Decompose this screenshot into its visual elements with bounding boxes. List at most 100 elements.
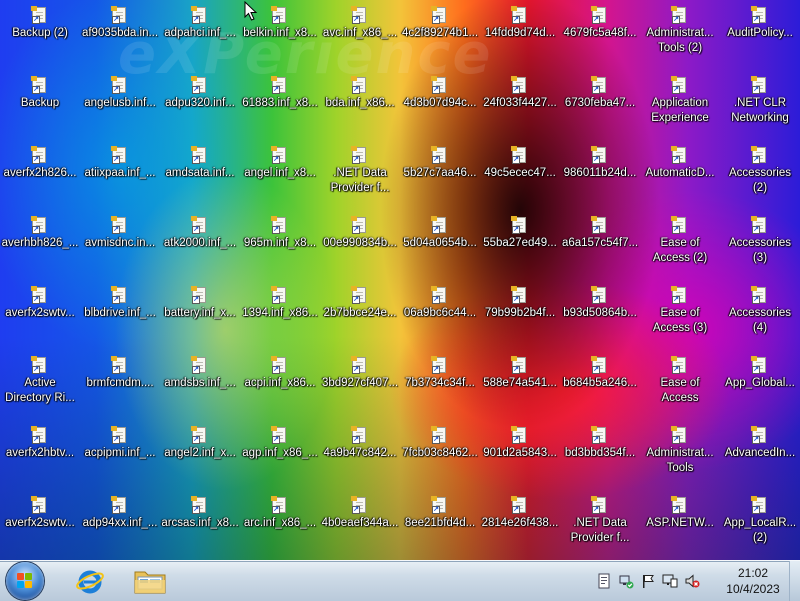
desktop-shortcut[interactable]: ↗ .NET CLR Networking <box>720 70 800 140</box>
desktop-shortcut[interactable]: ↗ ASP.NETW... <box>640 490 720 560</box>
desktop-shortcut[interactable]: ↗ adp94xx.inf_... <box>80 490 160 560</box>
desktop-shortcut[interactable]: ↗ bda.inf_x86... <box>320 70 400 140</box>
flag-icon[interactable] <box>640 573 656 589</box>
desktop-shortcut[interactable]: ↗ 588e74a541... <box>480 350 560 420</box>
desktop-shortcut[interactable]: ↗ angel.inf_x8... <box>240 140 320 210</box>
desktop-shortcut[interactable]: ↗ 2b7bbce24e... <box>320 280 400 350</box>
desktop-shortcut[interactable]: ↗ blbdrive.inf_... <box>80 280 160 350</box>
desktop-shortcut[interactable]: ↗ AuditPolicy... <box>720 0 800 70</box>
desktop-shortcut[interactable]: ↗ averfx2hbtv... <box>0 420 80 490</box>
desktop-shortcut[interactable]: ↗ AutomaticD... <box>640 140 720 210</box>
display-icon[interactable] <box>662 573 678 589</box>
desktop-shortcut[interactable]: ↗ adpu320.inf... <box>160 70 240 140</box>
action-center-icon[interactable] <box>596 573 612 589</box>
desktop-shortcut[interactable]: ↗ Administrat... Tools <box>640 420 720 490</box>
shortcut-label: .NET CLR Networking <box>731 97 789 124</box>
desktop-shortcut[interactable]: ↗ agp.inf_x86_... <box>240 420 320 490</box>
desktop-shortcut[interactable]: ↗ 49c5ecec47... <box>480 140 560 210</box>
desktop-shortcut[interactable]: ↗ Accessories (3) <box>720 210 800 280</box>
internet-explorer-icon <box>76 570 104 594</box>
desktop-shortcut[interactable]: ↗ .NET Data Provider f... <box>320 140 400 210</box>
desktop-shortcut[interactable]: ↗ amdsbs.inf_... <box>160 350 240 420</box>
desktop-shortcut[interactable]: ↗ amdsata.inf... <box>160 140 240 210</box>
desktop-shortcut[interactable]: ↗ 986011b24d... <box>560 140 640 210</box>
desktop-shortcut[interactable]: ↗ brmfcmdm.... <box>80 350 160 420</box>
desktop-shortcut[interactable]: ↗ atiixpaa.inf_... <box>80 140 160 210</box>
desktop-shortcut[interactable]: ↗ 4d3b07d94c... <box>400 70 480 140</box>
desktop-shortcut[interactable]: ↗ 2814e26f438... <box>480 490 560 560</box>
desktop-shortcut[interactable]: ↗ Ease of Access (3) <box>640 280 720 350</box>
desktop-shortcut[interactable]: ↗ 06a9bc6c44... <box>400 280 480 350</box>
desktop-shortcut[interactable]: ↗ atk2000.inf_... <box>160 210 240 280</box>
shortcut-label: 24f033f4427... <box>483 97 557 109</box>
desktop-shortcut[interactable]: ↗ 7fcb03c8462... <box>400 420 480 490</box>
desktop-shortcut[interactable]: ↗ angelusb.inf... <box>80 70 160 140</box>
desktop-shortcut[interactable]: ↗ averfx2h826... <box>0 140 80 210</box>
desktop-shortcut[interactable]: ↗ 24f033f4427... <box>480 70 560 140</box>
desktop-shortcut[interactable]: ↗ 901d2a5843... <box>480 420 560 490</box>
shortcut-file-icon: ↗ <box>671 216 688 234</box>
desktop-shortcut[interactable]: ↗ Backup (2) <box>0 0 80 70</box>
desktop-shortcut[interactable]: ↗ AdvancedIn... <box>720 420 800 490</box>
desktop-shortcut[interactable]: ↗ 79b99b2b4f... <box>480 280 560 350</box>
desktop-shortcut[interactable]: ↗ Accessories (4) <box>720 280 800 350</box>
start-button[interactable] <box>6 562 44 600</box>
desktop-shortcut[interactable]: ↗ 965m.inf_x8... <box>240 210 320 280</box>
show-desktop-button[interactable] <box>789 561 800 601</box>
shortcut-file-icon: ↗ <box>191 76 208 94</box>
desktop-shortcut[interactable]: ↗ acpipmi.inf_... <box>80 420 160 490</box>
desktop-shortcut[interactable]: ↗ Ease of Access (2) <box>640 210 720 280</box>
desktop-shortcut[interactable]: ↗ avc.inf_x86_... <box>320 0 400 70</box>
desktop-shortcut[interactable]: ↗ App_LocalR... (2) <box>720 490 800 560</box>
desktop-shortcut[interactable]: ↗ 8ee21bfd4d... <box>400 490 480 560</box>
desktop-shortcut[interactable]: ↗ Backup <box>0 70 80 140</box>
desktop-shortcut[interactable]: ↗ 5d04a0654b... <box>400 210 480 280</box>
desktop-shortcut[interactable]: ↗ avmisdnc.in... <box>80 210 160 280</box>
desktop-shortcut[interactable]: ↗ App_Global... <box>720 350 800 420</box>
desktop-shortcut[interactable]: ↗ 4a9b47c842... <box>320 420 400 490</box>
desktop-shortcut[interactable]: ↗ 4c2f89274b1... <box>400 0 480 70</box>
desktop-shortcut[interactable]: ↗ 6730feba47... <box>560 70 640 140</box>
desktop-shortcut[interactable]: ↗ 3bd927cf407... <box>320 350 400 420</box>
desktop-shortcut[interactable]: ↗ averfx2swtv... <box>0 280 80 350</box>
desktop-shortcut[interactable]: ↗ angel2.inf_x... <box>160 420 240 490</box>
desktop-shortcut[interactable]: ↗ Ease of Access <box>640 350 720 420</box>
desktop-shortcut[interactable]: ↗ 5b27c7aa46... <box>400 140 480 210</box>
shortcut-file-icon: ↗ <box>671 426 688 444</box>
desktop-shortcut[interactable]: ↗ 55ba27ed49... <box>480 210 560 280</box>
desktop-shortcut[interactable]: ↗ acpi.inf_x86... <box>240 350 320 420</box>
network-icon[interactable] <box>618 573 634 589</box>
desktop-shortcut[interactable]: ↗ 4679fc5a48f... <box>560 0 640 70</box>
shortcut-label: averfx2swtv... <box>5 307 75 319</box>
desktop-shortcut[interactable]: ↗ Application Experience <box>640 70 720 140</box>
desktop-shortcut[interactable]: ↗ 4b0eaef344a... <box>320 490 400 560</box>
desktop-shortcut[interactable]: ↗ averhbh826_... <box>0 210 80 280</box>
desktop-shortcut[interactable]: ↗ battery.inf_x... <box>160 280 240 350</box>
desktop-shortcut[interactable]: ↗ Administrat... Tools (2) <box>640 0 720 70</box>
shortcut-label: 61883.inf_x8... <box>242 97 318 109</box>
desktop-shortcut[interactable]: ↗ 1394.inf_x86... <box>240 280 320 350</box>
desktop-shortcut[interactable]: ↗ arc.inf_x86_... <box>240 490 320 560</box>
shortcut-file-icon: ↗ <box>751 6 768 24</box>
desktop-shortcut[interactable]: ↗ b684b5a246... <box>560 350 640 420</box>
desktop-shortcut[interactable]: ↗ .NET Data Provider f... <box>560 490 640 560</box>
desktop-shortcut[interactable]: ↗ 7b3734c34f... <box>400 350 480 420</box>
desktop-shortcut[interactable]: ↗ b93d50864b... <box>560 280 640 350</box>
clock[interactable]: 21:02 10/4/2023 <box>708 565 798 597</box>
desktop-shortcut[interactable]: ↗ 61883.inf_x8... <box>240 70 320 140</box>
desktop-shortcut[interactable]: ↗ 14fdd9d74d... <box>480 0 560 70</box>
volume-muted-icon[interactable] <box>684 573 700 589</box>
desktop-shortcut[interactable]: ↗ af9035bda.in... <box>80 0 160 70</box>
desktop-shortcut[interactable]: ↗ arcsas.inf_x8... <box>160 490 240 560</box>
desktop-shortcut[interactable]: ↗ Accessories (2) <box>720 140 800 210</box>
desktop-shortcut[interactable]: ↗ 00e990834b... <box>320 210 400 280</box>
shortcut-file-icon: ↗ <box>271 496 288 514</box>
windows-explorer-button[interactable] <box>128 563 172 599</box>
desktop[interactable]: eXPerience ↗ Backup (2) ↗ af9035bda.in... ↗ a… <box>0 0 800 560</box>
desktop-shortcut[interactable]: ↗ a6a157c54f7... <box>560 210 640 280</box>
desktop-shortcut[interactable]: ↗ Active Directory Ri... <box>0 350 80 420</box>
desktop-shortcut[interactable]: ↗ bd3bbd354f... <box>560 420 640 490</box>
internet-explorer-button[interactable] <box>68 563 112 599</box>
desktop-shortcut[interactable]: ↗ adpahci.inf_... <box>160 0 240 70</box>
desktop-shortcut[interactable]: ↗ averfx2swtv... <box>0 490 80 560</box>
